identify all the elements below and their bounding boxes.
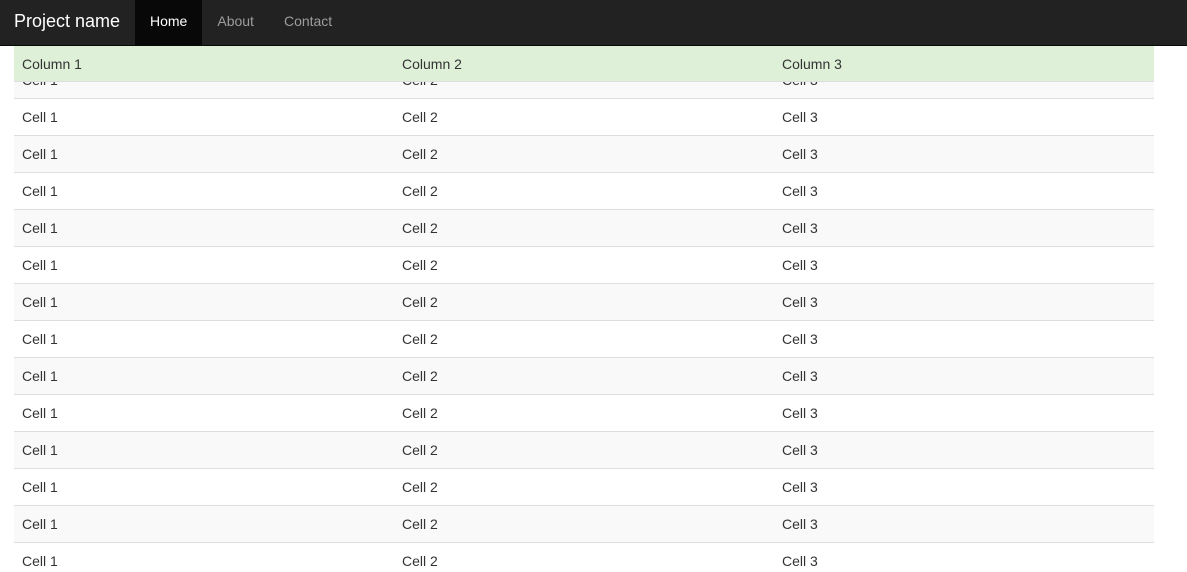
nav-item-home[interactable]: Home (135, 0, 203, 46)
table-row: Cell 1 Cell 2 Cell 3 (14, 320, 1154, 357)
table-cell: Cell 2 (402, 146, 438, 162)
table-cell: Cell 3 (782, 109, 818, 125)
table-cell: Cell 3 (782, 294, 818, 310)
table-row: Cell 1 Cell 2 Cell 3 (14, 135, 1154, 172)
table-row: Cell 1 Cell 2 Cell 3 (14, 209, 1154, 246)
table-cell: Cell 2 (402, 479, 438, 495)
table-row: Cell 1 Cell 2 Cell 3 (14, 505, 1154, 542)
table-cell: Cell 3 (782, 442, 818, 458)
table-cell: Cell 1 (22, 405, 58, 421)
table-cell: Cell 3 (782, 405, 818, 421)
table-cell: Cell 1 (22, 331, 58, 347)
table-body: Cell 1 Cell 2 Cell 3 Cell 1 Cell 2 Cell 3 Cell… (14, 61, 1154, 572)
nav-menu: Home About Contact (135, 0, 347, 46)
table-cell: Cell 2 (402, 183, 438, 199)
table-cell: Cell 3 (782, 479, 818, 495)
table-cell: Cell 1 (22, 146, 58, 162)
table-cell: Cell 2 (402, 516, 438, 532)
table-cell: Cell 2 (402, 553, 438, 569)
table-container: Column 1 Column 2 Column 3 Cell 1 Cell 2C… (14, 46, 1154, 572)
table-cell: Cell 1 (22, 257, 58, 273)
table-row: Cell 1 Cell 2 Cell 3 (14, 394, 1154, 431)
table-cell: Cell 1 (22, 368, 58, 384)
nav-item-contact[interactable]: Contact (269, 0, 347, 46)
table-row: Cell 1 Cell 2 Cell 3 (14, 98, 1154, 135)
table-cell: Cell 2 (402, 109, 438, 125)
column-header-3: Column 3 (782, 56, 842, 72)
table-cell: Cell 3 (782, 220, 818, 236)
table-row: Cell 1 Cell 2 Cell 3 (14, 468, 1154, 505)
table-row: Cell 1 Cell 2 Cell 3 (14, 431, 1154, 468)
table-row: Cell 1 Cell 2 Cell 3 (14, 283, 1154, 320)
table-row: Cell 1 Cell 2 Cell 3 (14, 357, 1154, 394)
table-cell: Cell 1 (22, 479, 58, 495)
table-cell: Cell 2 (402, 294, 438, 310)
table-cell: Cell 1 (22, 516, 58, 532)
table-cell: Cell 3 (782, 368, 818, 384)
table-cell: Cell 3 (782, 553, 818, 569)
navbar: Project name Home About Contact (0, 0, 1187, 46)
table-cell: Cell 3 (782, 257, 818, 273)
table-cell: Cell 1 (22, 109, 58, 125)
table-row: Cell 1 Cell 2 Cell 3 (14, 172, 1154, 209)
table-cell: Cell 1 (22, 294, 58, 310)
table-cell: Cell 2 (402, 257, 438, 273)
table-cell: Cell 2 (402, 220, 438, 236)
table-cell: Cell 3 (782, 516, 818, 532)
column-header-1: Column 1 (22, 56, 82, 72)
nav-item-about[interactable]: About (202, 0, 269, 46)
table-cell: Cell 2 (402, 442, 438, 458)
table-cell: Cell 1 (22, 183, 58, 199)
table-cell: Cell 3 (782, 146, 818, 162)
table-cell: Cell 3 (782, 331, 818, 347)
table-cell: Cell 2 (402, 405, 438, 421)
table-cell: Cell 1 (22, 553, 58, 569)
table-cell: Cell 1 (22, 442, 58, 458)
table-cell: Cell 2 (402, 368, 438, 384)
table-row: Cell 1 Cell 2 Cell 3 (14, 542, 1154, 572)
table-header: Column 1 Column 2 Column 3 (14, 46, 1154, 82)
column-header-2: Column 2 (402, 56, 462, 72)
table-cell: Cell 1 (22, 220, 58, 236)
table-cell: Cell 2 (402, 331, 438, 347)
table-row: Cell 1 Cell 2 Cell 3 (14, 246, 1154, 283)
brand-link[interactable]: Project name (14, 0, 120, 46)
table-cell: Cell 3 (782, 183, 818, 199)
